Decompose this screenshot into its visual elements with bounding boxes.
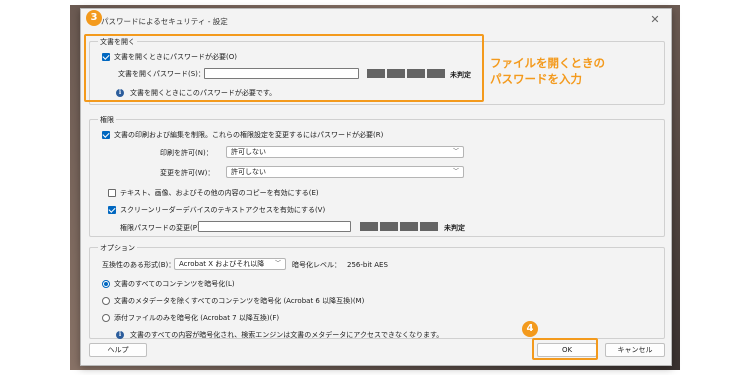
step-3-badge: 3 xyxy=(86,10,102,26)
changes-value: 許可しない xyxy=(231,168,266,176)
permissions-group: 権限 文書の印刷および編集を制限。これらの権限設定を変更するにはパスワードが必要… xyxy=(89,115,665,237)
annotation-note: ファイルを開くときの パスワードを入力 xyxy=(490,55,605,87)
radio-attachments-row[interactable]: 添付ファイルのみを暗号化 (Acrobat 7 以降互換)(F) xyxy=(102,313,279,323)
open-section-highlight xyxy=(84,34,484,102)
annotation-line-1: ファイルを開くときの xyxy=(490,56,605,70)
screen-reader-label: スクリーンリーダーデバイスのテキストアクセスを有効にする(V) xyxy=(120,206,326,214)
cancel-button[interactable]: キャンセル xyxy=(605,343,665,357)
copy-label: テキスト、画像、およびその他の内容のコピーを有効にする(E) xyxy=(120,189,319,197)
restrict-row[interactable]: 文書の印刷および編集を制限。これらの権限設定を変更するにはパスワードが必要(R) xyxy=(102,130,383,140)
info-icon: i xyxy=(116,331,124,339)
copy-row[interactable]: テキスト、画像、およびその他の内容のコピーを有効にする(E) xyxy=(108,188,319,198)
restrict-label: 文書の印刷および編集を制限。これらの権限設定を変更するにはパスワードが必要(R) xyxy=(114,131,384,139)
printing-select[interactable]: 許可しない ﹀ xyxy=(226,146,464,158)
screen-reader-row[interactable]: スクリーンリーダーデバイスのテキストアクセスを有効にする(V) xyxy=(108,205,325,215)
perm-password-label: 権限パスワードの変更(P)： xyxy=(120,224,207,232)
changes-label: 変更を許可(W)： xyxy=(160,169,215,177)
options-info-row: i 文書のすべての内容が暗号化され、検索エンジンは文書のメタデータにアクセスでき… xyxy=(116,330,443,340)
encryption-row: 暗号化レベル： 256-bit AES xyxy=(292,260,388,270)
changes-row: 変更を許可(W)： xyxy=(160,168,214,178)
radio-attachments-label: 添付ファイルのみを暗号化 (Acrobat 7 以降互換)(F) xyxy=(114,314,280,322)
radio-all[interactable] xyxy=(102,280,110,288)
radio-except-metadata[interactable] xyxy=(102,297,110,305)
radio-all-row[interactable]: 文書のすべてのコンテンツを暗号化(L) xyxy=(102,279,235,289)
encryption-value: 256-bit AES xyxy=(347,261,388,269)
changes-select[interactable]: 許可しない ﹀ xyxy=(226,166,464,178)
restrict-checkbox[interactable] xyxy=(102,131,110,139)
perm-password-input[interactable] xyxy=(198,221,351,232)
screen-reader-checkbox[interactable] xyxy=(108,206,116,214)
printing-label: 印刷を許可(N)： xyxy=(160,149,213,157)
compat-value: Acrobat X およびそれ以降 xyxy=(179,260,265,268)
chevron-down-icon: ﹀ xyxy=(274,260,281,267)
perm-password-strength-label: 未判定 xyxy=(444,224,465,232)
options-info-text: 文書のすべての内容が暗号化され、検索エンジンは文書のメタデータにアクセスできなく… xyxy=(130,331,444,339)
printing-value: 許可しない xyxy=(231,148,266,156)
close-icon[interactable]: ✕ xyxy=(647,12,663,28)
annotation-line-2: パスワードを入力 xyxy=(490,72,582,86)
chevron-down-icon: ﹀ xyxy=(452,168,459,175)
options-title: オプション xyxy=(98,243,137,253)
radio-except-metadata-label: 文書のメタデータを除くすべてのコンテンツを暗号化 (Acrobat 6 以降互換… xyxy=(114,297,365,305)
perm-password-row: 権限パスワードの変更(P)： xyxy=(120,223,207,233)
radio-attachments[interactable] xyxy=(102,314,110,322)
copy-checkbox[interactable] xyxy=(108,189,116,197)
options-group: オプション 互換性のある形式(B)： Acrobat X およびそれ以降 ﹀ 暗… xyxy=(89,243,665,340)
help-button[interactable]: ヘルプ xyxy=(89,343,147,357)
ok-button-highlight xyxy=(532,338,598,360)
radio-all-label: 文書のすべてのコンテンツを暗号化(L) xyxy=(114,280,235,288)
radio-except-metadata-row[interactable]: 文書のメタデータを除くすべてのコンテンツを暗号化 (Acrobat 6 以降互換… xyxy=(102,296,364,306)
perm-password-strength-meter xyxy=(360,222,438,231)
compat-label: 互換性のある形式(B)： xyxy=(102,261,176,269)
chevron-down-icon: ﹀ xyxy=(452,148,459,155)
compat-select[interactable]: Acrobat X およびそれ以降 ﹀ xyxy=(174,258,286,270)
compat-row: 互換性のある形式(B)： xyxy=(102,260,175,270)
titlebar: パスワードによるセキュリティ - 設定 ✕ xyxy=(81,9,671,31)
permissions-title: 権限 xyxy=(98,115,116,125)
dialog-title: パスワードによるセキュリティ - 設定 xyxy=(101,17,228,26)
step-4-badge: 4 xyxy=(522,321,538,337)
encryption-label: 暗号化レベル： xyxy=(292,261,341,269)
printing-row: 印刷を許可(N)： xyxy=(160,148,213,158)
